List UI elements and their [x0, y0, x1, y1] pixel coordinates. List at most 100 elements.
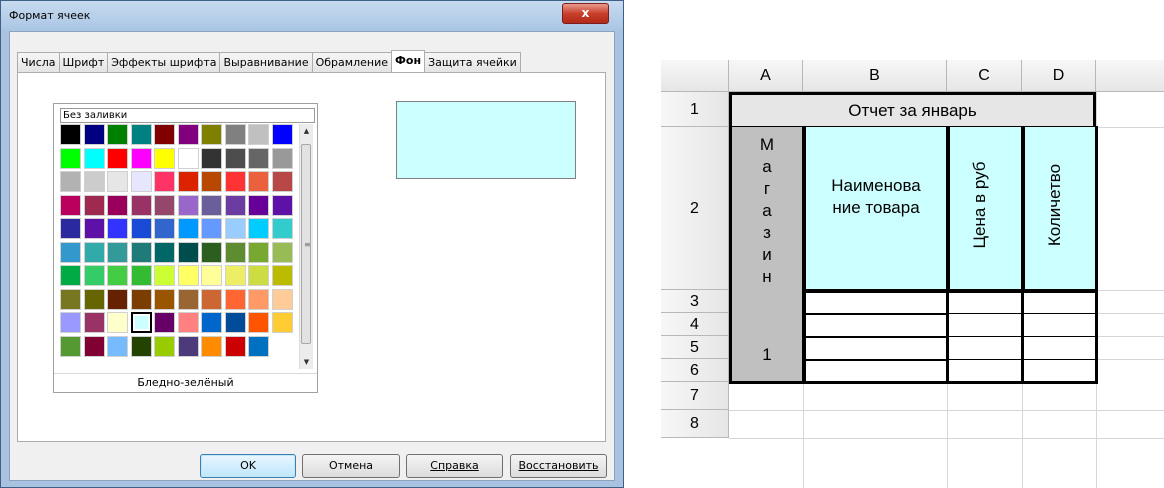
color-swatch[interactable]: [224, 312, 246, 333]
color-swatch[interactable]: [83, 312, 105, 333]
color-swatch[interactable]: [248, 241, 269, 263]
color-swatch[interactable]: [154, 265, 175, 286]
color-swatch[interactable]: [83, 194, 105, 216]
color-swatch[interactable]: [154, 218, 175, 239]
color-swatch[interactable]: [60, 171, 81, 192]
color-swatch[interactable]: [271, 312, 293, 333]
color-swatch[interactable]: [60, 194, 81, 216]
color-swatch[interactable]: [248, 171, 269, 192]
color-swatch[interactable]: [201, 194, 222, 216]
color-swatch[interactable]: [60, 312, 81, 333]
color-swatch[interactable]: [201, 171, 222, 192]
color-swatch[interactable]: [177, 171, 199, 192]
color-swatch[interactable]: [130, 124, 152, 145]
tab-background[interactable]: Фон: [390, 50, 426, 72]
color-swatch[interactable]: [154, 194, 175, 216]
no-fill-option[interactable]: Без заливки: [60, 108, 315, 123]
color-swatch[interactable]: [60, 335, 81, 357]
color-swatch[interactable]: [154, 288, 175, 310]
color-swatch[interactable]: [224, 147, 246, 169]
color-swatch[interactable]: [177, 241, 199, 263]
color-swatch[interactable]: [130, 194, 152, 216]
color-swatch[interactable]: [83, 241, 105, 263]
color-swatch[interactable]: [83, 265, 105, 286]
color-swatch[interactable]: [107, 171, 128, 192]
color-swatch[interactable]: [60, 288, 81, 310]
row-header-2[interactable]: 2: [661, 127, 729, 290]
color-swatch[interactable]: [201, 147, 222, 169]
color-swatch[interactable]: [107, 312, 128, 333]
color-swatch[interactable]: [271, 147, 293, 169]
row-header-4[interactable]: 4: [661, 313, 729, 336]
color-swatch[interactable]: [201, 241, 222, 263]
color-swatch[interactable]: [271, 194, 293, 216]
row-header-8[interactable]: 8: [661, 410, 729, 438]
column-header-c[interactable]: C: [947, 60, 1022, 92]
column-header-a[interactable]: A: [729, 60, 803, 92]
tab-cell-protection[interactable]: Защита ячейки: [424, 52, 521, 72]
color-swatch[interactable]: [130, 312, 152, 333]
color-swatch[interactable]: [177, 147, 199, 169]
tab-alignment[interactable]: Выравнивание: [219, 52, 313, 72]
color-swatch[interactable]: [177, 194, 199, 216]
color-swatch[interactable]: [130, 335, 152, 357]
color-swatch[interactable]: [83, 171, 105, 192]
color-swatch[interactable]: [248, 147, 269, 169]
color-swatch[interactable]: [107, 147, 128, 169]
close-button[interactable]: x: [562, 3, 609, 24]
quantity-header[interactable]: Количетво: [1022, 126, 1098, 292]
color-swatch[interactable]: [201, 124, 222, 145]
color-swatch[interactable]: [130, 288, 152, 310]
scrollbar-thumb[interactable]: ≡: [301, 144, 311, 344]
color-swatch[interactable]: [107, 194, 128, 216]
color-swatch[interactable]: [201, 312, 222, 333]
color-swatch[interactable]: [60, 265, 81, 286]
color-swatch[interactable]: [83, 218, 105, 239]
column-header-d[interactable]: D: [1022, 60, 1096, 92]
color-swatch[interactable]: [107, 218, 128, 239]
color-swatch[interactable]: [201, 218, 222, 239]
color-swatch[interactable]: [271, 241, 293, 263]
color-swatch[interactable]: [154, 335, 175, 357]
column-header-b[interactable]: B: [803, 60, 947, 92]
color-swatch[interactable]: [271, 288, 293, 310]
color-swatch[interactable]: [271, 265, 293, 286]
color-swatch[interactable]: [130, 241, 152, 263]
color-swatch[interactable]: [60, 147, 81, 169]
color-swatch[interactable]: [248, 288, 269, 310]
color-swatch[interactable]: [83, 124, 105, 145]
color-swatch[interactable]: [177, 335, 199, 357]
color-swatch[interactable]: [177, 124, 199, 145]
color-swatch[interactable]: [224, 124, 246, 145]
report-title-cell[interactable]: Отчет за январь: [729, 92, 1096, 129]
color-swatch[interactable]: [248, 218, 269, 239]
color-swatch[interactable]: [271, 124, 293, 145]
color-swatch[interactable]: [154, 147, 175, 169]
dialog-titlebar[interactable]: Формат ячеек x: [1, 1, 623, 31]
row-header-5[interactable]: 5: [661, 336, 729, 359]
color-swatch[interactable]: [107, 288, 128, 310]
color-swatch[interactable]: [271, 171, 293, 192]
color-swatch[interactable]: [224, 288, 246, 310]
color-swatch[interactable]: [83, 147, 105, 169]
color-swatch[interactable]: [154, 171, 175, 192]
row-header-1[interactable]: 1: [661, 92, 729, 127]
color-swatch[interactable]: [177, 265, 199, 286]
color-swatch[interactable]: [248, 265, 269, 286]
color-swatch[interactable]: [224, 241, 246, 263]
color-swatch[interactable]: [83, 288, 105, 310]
color-swatch[interactable]: [154, 312, 175, 333]
color-swatch[interactable]: [130, 265, 152, 286]
palette-scrollbar[interactable]: ▲ ≡ ▼: [299, 124, 313, 369]
color-swatch[interactable]: [224, 335, 246, 357]
color-swatch[interactable]: [224, 171, 246, 192]
color-swatch[interactable]: [60, 218, 81, 239]
color-swatch[interactable]: [248, 194, 269, 216]
color-swatch[interactable]: [154, 124, 175, 145]
help-button[interactable]: Справка: [406, 454, 503, 478]
color-swatch[interactable]: [107, 241, 128, 263]
color-swatch[interactable]: [271, 218, 293, 239]
color-swatch[interactable]: [201, 265, 222, 286]
price-header[interactable]: Цена в руб: [947, 126, 1024, 292]
color-swatch[interactable]: [154, 241, 175, 263]
